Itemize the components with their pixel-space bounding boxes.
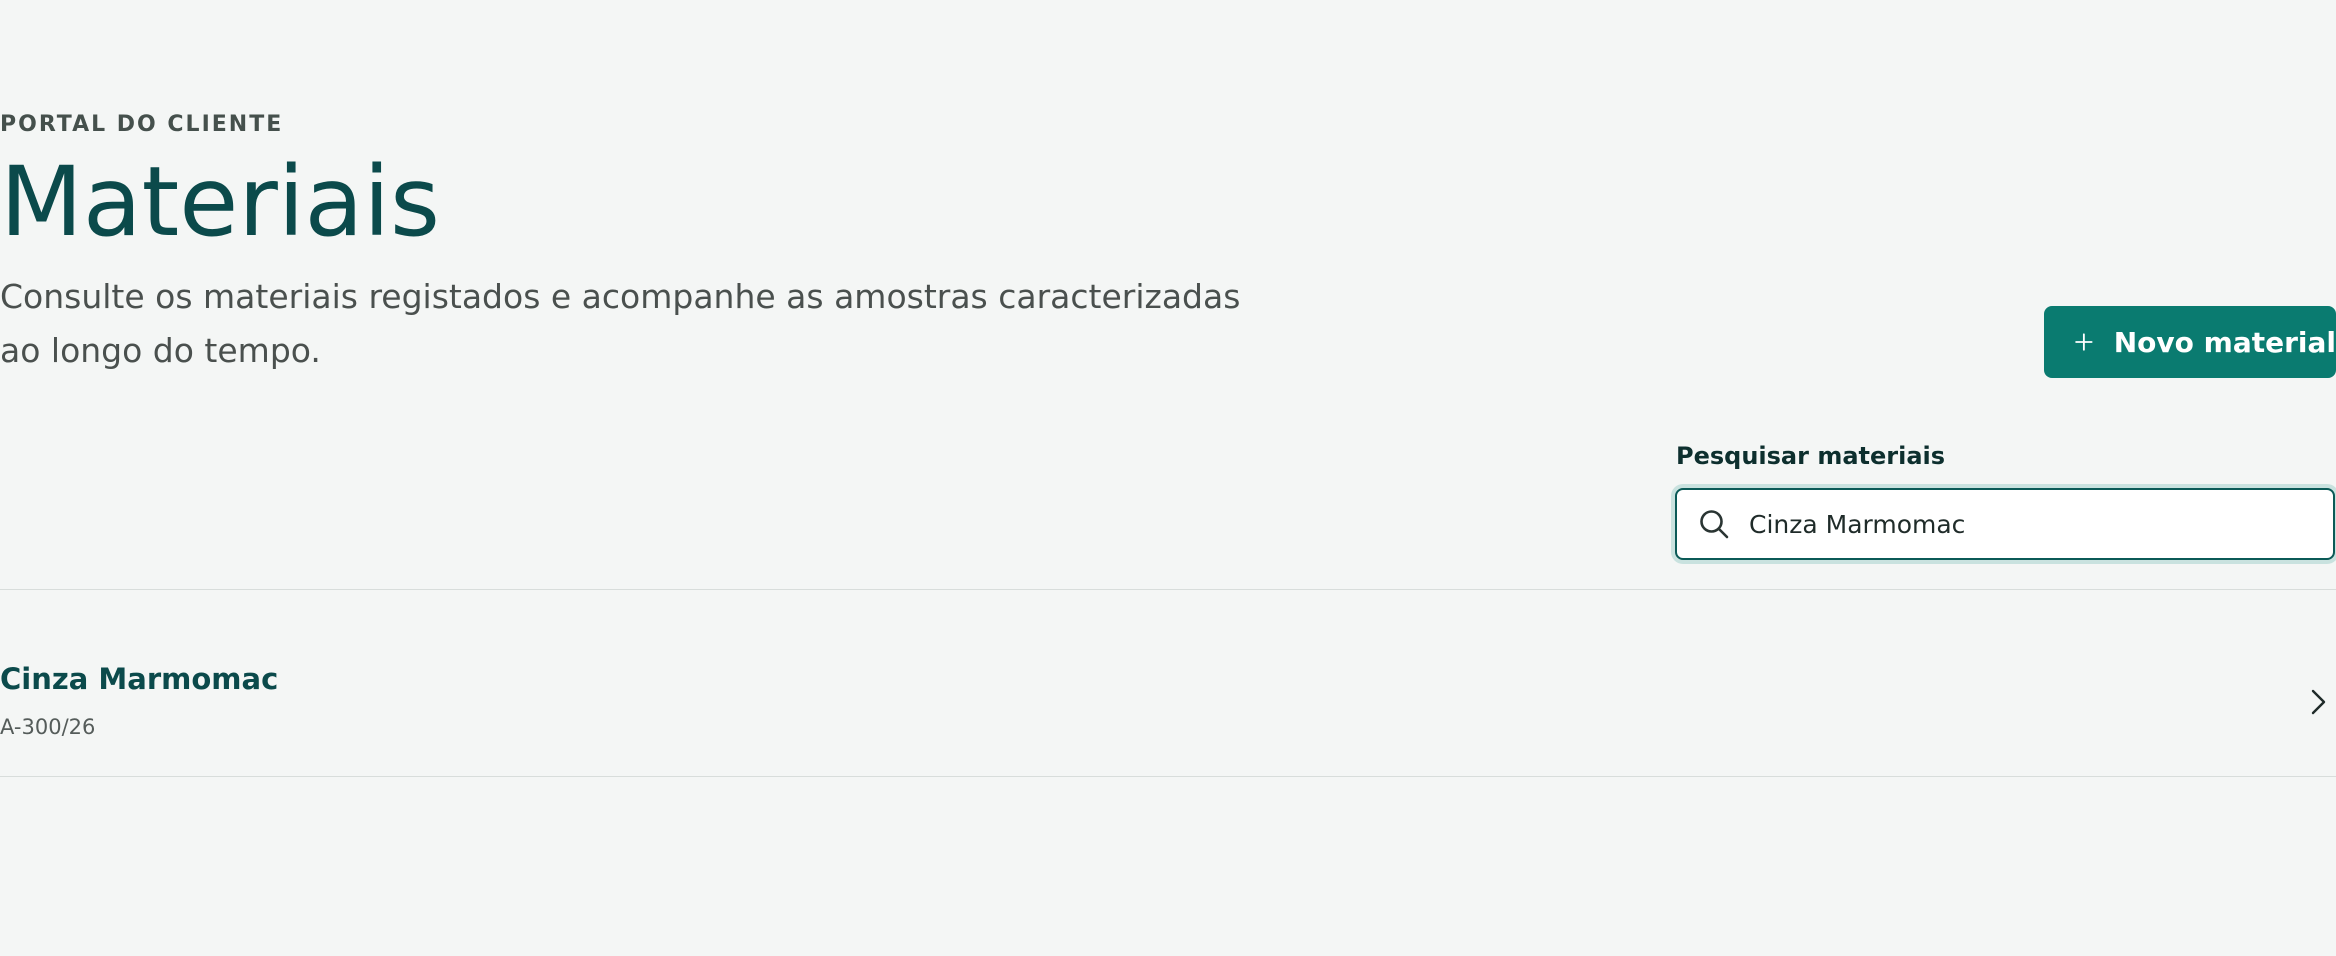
new-material-button[interactable]: Novo material bbox=[2044, 306, 2336, 378]
page-title: Materiais bbox=[0, 146, 441, 258]
plus-icon bbox=[2075, 333, 2093, 351]
page-description: Consulte os materiais registados e acomp… bbox=[0, 277, 1241, 370]
search-input[interactable] bbox=[1749, 509, 2309, 539]
portal-eyebrow: PORTAL DO CLIENTE bbox=[0, 112, 284, 137]
chevron-right-icon bbox=[2311, 689, 2326, 715]
search-label: Pesquisar materiais bbox=[1676, 442, 1946, 470]
material-list-item[interactable]: Cinza Marmomac A-300/26 bbox=[0, 590, 2336, 776]
list-bottom-divider bbox=[0, 776, 2336, 777]
material-name: Cinza Marmomac bbox=[0, 662, 279, 696]
search-icon bbox=[1700, 510, 1729, 539]
material-code: A-300/26 bbox=[0, 715, 96, 739]
materials-page: PORTAL DO CLIENTE Materiais Consulte os … bbox=[0, 0, 2336, 956]
new-material-label: Novo material bbox=[2113, 325, 2336, 359]
search-field[interactable] bbox=[1675, 488, 2335, 560]
